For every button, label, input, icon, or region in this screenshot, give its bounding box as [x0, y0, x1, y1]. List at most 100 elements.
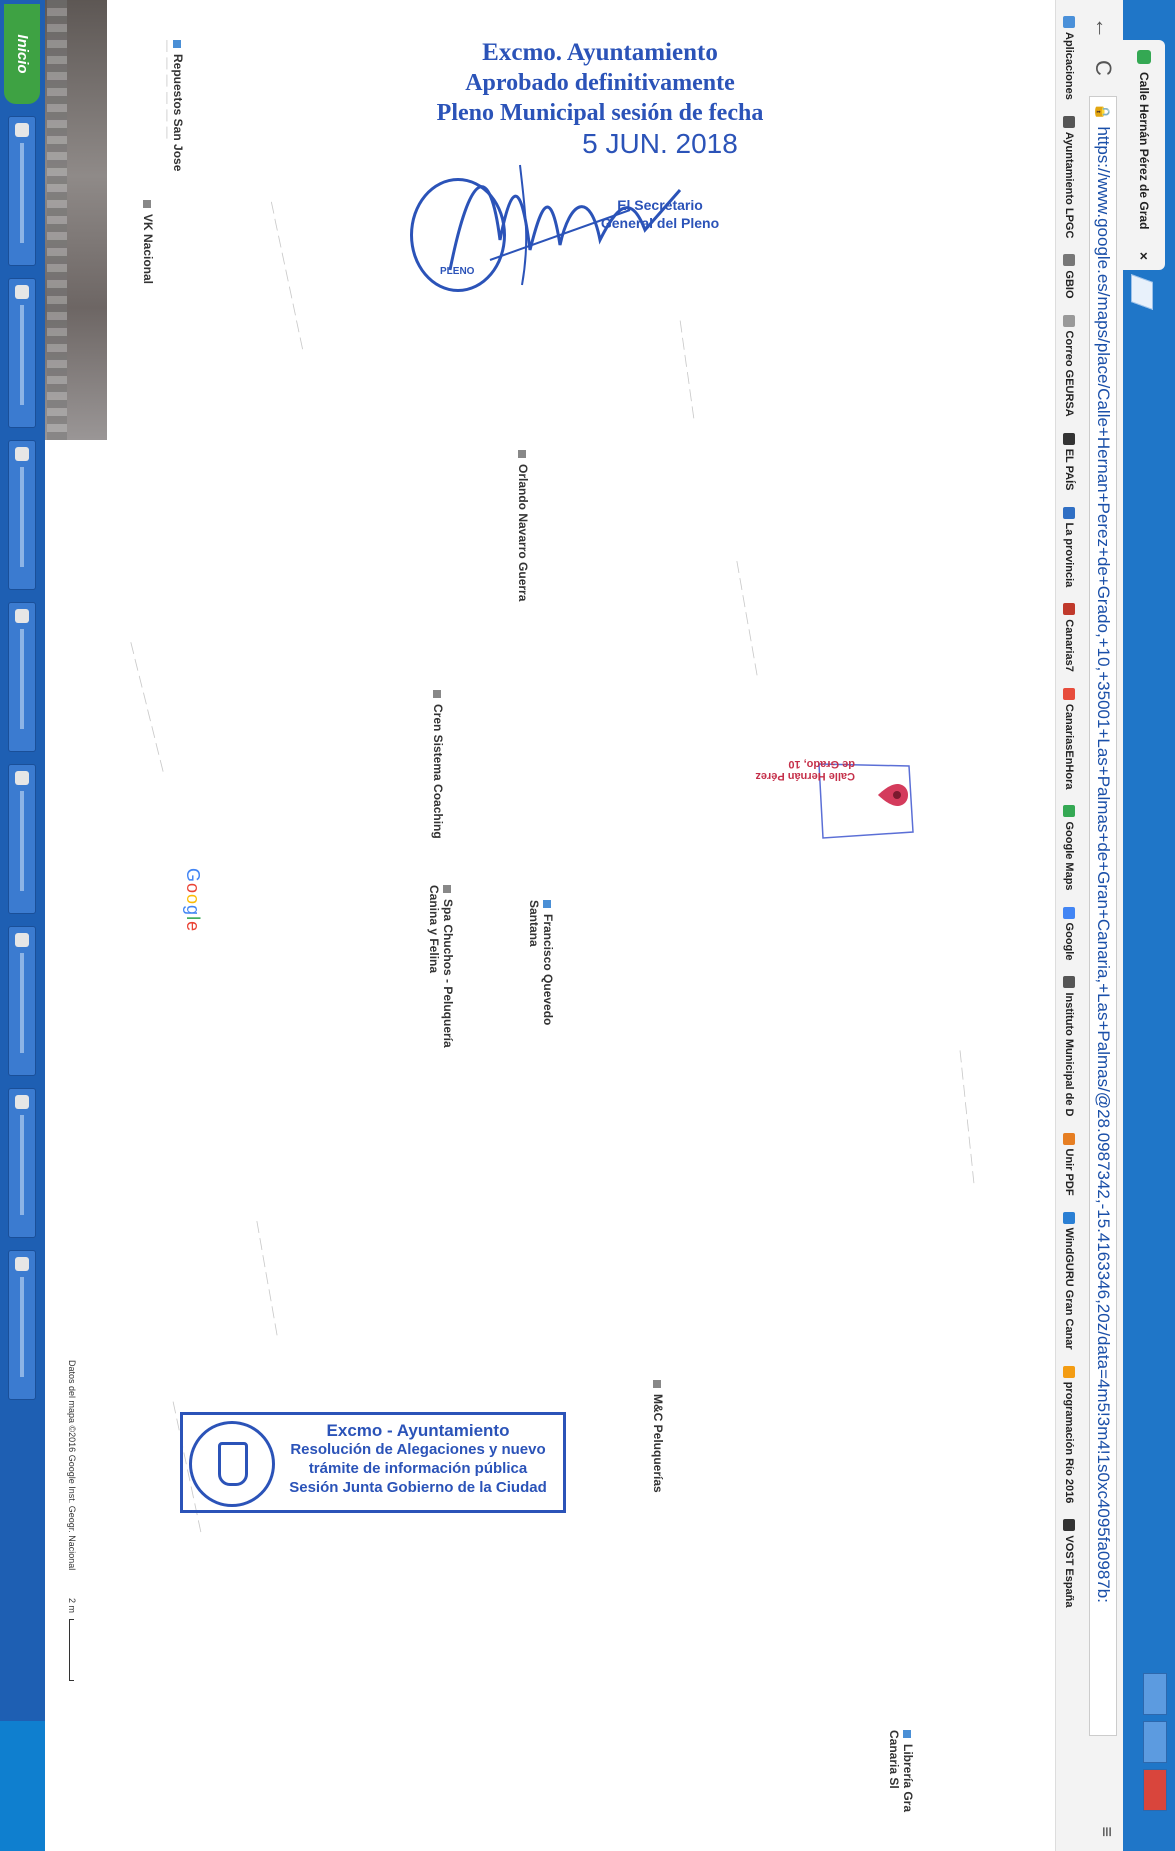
shop-marker-icon — [173, 40, 182, 48]
minimize-button[interactable] — [1143, 1673, 1167, 1715]
place-marker-icon — [433, 690, 442, 698]
map-scale: 2 m — [67, 1598, 77, 1682]
shop-marker-icon — [543, 900, 552, 908]
taskbar-item[interactable] — [8, 440, 37, 590]
street-label: — — — — — — — — — — [265, 200, 311, 352]
start-button[interactable]: Inicio — [4, 4, 41, 104]
taskbar-item[interactable] — [8, 926, 37, 1076]
google-logo: Google — [183, 868, 203, 933]
taskbar-item[interactable] — [8, 1088, 37, 1238]
bookmark-label: Unir PDF — [1063, 1148, 1076, 1196]
app-icon — [15, 609, 30, 623]
bookmark-item[interactable]: EL PAÍS — [1063, 432, 1076, 491]
place-label[interactable]: Repuestos San Jose — [171, 40, 185, 171]
close-tab-icon[interactable]: × — [1136, 252, 1152, 260]
reload-button[interactable]: C — [1090, 56, 1116, 80]
bookmark-item[interactable]: CanariasEnHora — [1063, 687, 1076, 790]
stamp-line: Aprobado definitivamente — [465, 70, 735, 96]
lp-icon — [1063, 506, 1076, 519]
street-label: — — — — — — — — [250, 1219, 286, 1338]
lock-icon: 🔒 — [1095, 103, 1112, 121]
maximize-button[interactable] — [1143, 1721, 1167, 1763]
bookmark-label: Ayuntamiento LPGC — [1063, 131, 1076, 239]
street-label: — — — — — — — — — [954, 1049, 982, 1185]
c7-icon — [1063, 603, 1076, 616]
map-attribution: Datos del mapa ©2016 Google Inst. Geogr.… — [67, 1360, 77, 1571]
signature-icon — [448, 164, 682, 286]
place-label[interactable]: Librería Gra Canaria Sl — [887, 1730, 915, 1820]
scanned-page: Calle Hernán Pérez de Grad × ← C 🔒 https… — [0, 0, 1175, 1851]
bookmark-item[interactable]: GBIO — [1063, 254, 1076, 299]
location-pin-icon[interactable] — [878, 784, 908, 806]
app-icon — [15, 447, 30, 461]
app-icon — [15, 933, 30, 947]
bookmark-label: WindGURU Gran Canar — [1063, 1227, 1076, 1350]
bookmark-label: programación Río 2016 — [1063, 1381, 1076, 1504]
bookmark-item[interactable]: Google — [1063, 906, 1076, 961]
bookmark-item[interactable]: WindGURU Gran Canar — [1063, 1211, 1076, 1350]
new-tab-button[interactable] — [1131, 273, 1153, 311]
bookmark-item[interactable]: Aplicaciones — [1063, 16, 1076, 100]
street-label: — — — — — — — — [730, 559, 766, 678]
place-label[interactable]: VK Nacional — [141, 200, 155, 284]
bookmark-label: GBIO — [1063, 270, 1076, 299]
bookmark-item[interactable]: VOST España — [1063, 1519, 1076, 1608]
place-label[interactable]: Orlando Navarro Guerra — [516, 450, 530, 601]
stamp-line: Sesión Junta Gobierno de la Ciudad — [289, 1479, 547, 1496]
place-marker-icon — [143, 200, 152, 208]
institute-icon — [1063, 976, 1076, 989]
bookmark-item[interactable]: Correo GEURSA — [1063, 314, 1076, 417]
place-marker-icon — [653, 1380, 662, 1388]
bookmark-item[interactable]: Canarias7 — [1063, 603, 1076, 672]
place-marker-icon — [518, 450, 527, 458]
tab-strip: Calle Hernán Pérez de Grad × — [1123, 0, 1175, 1851]
bookmark-item[interactable]: La provincia — [1063, 506, 1076, 587]
app-icon — [15, 1095, 30, 1109]
newspaper-icon — [1063, 432, 1076, 445]
place-marker-icon — [443, 885, 452, 893]
back-button[interactable]: ← — [1090, 16, 1116, 40]
bookmark-label: CanariasEnHora — [1063, 703, 1076, 790]
taskbar-item[interactable] — [8, 116, 37, 266]
tab-maps[interactable]: Calle Hernán Pérez de Grad × — [1123, 40, 1165, 270]
app-icon — [15, 285, 30, 299]
window-controls — [1143, 1673, 1167, 1811]
place-label[interactable]: Francisco Quevedo Santana — [527, 900, 555, 1030]
google-icon — [1063, 906, 1076, 919]
bookmark-label: VOST España — [1063, 1535, 1076, 1608]
bookmark-item[interactable]: Unir PDF — [1063, 1132, 1076, 1196]
selected-pin-label[interactable]: Calle Hernán Pérez de Grado, 10 — [745, 758, 855, 782]
taskbar-item[interactable] — [8, 764, 37, 914]
bookmark-item[interactable]: Instituto Municipal de D — [1063, 976, 1076, 1117]
clock-icon — [1063, 687, 1076, 700]
bookmark-item[interactable]: programación Río 2016 — [1063, 1365, 1076, 1504]
place-label[interactable]: M&C Peluquerías — [651, 1380, 665, 1493]
taskbar: Inicio — [0, 0, 45, 1851]
coat-of-arms-seal-icon — [189, 1421, 275, 1507]
bookmark-item[interactable]: Ayuntamiento LPGC — [1063, 115, 1076, 239]
tab-title: Calle Hernán Pérez de Grad — [1137, 72, 1151, 230]
bookmark-label: Instituto Municipal de D — [1063, 992, 1076, 1117]
taskbar-item[interactable] — [8, 602, 37, 752]
page-icon — [1063, 314, 1076, 327]
bookmark-label: Google — [1063, 922, 1076, 961]
stamp-line: Excmo - Ayuntamiento — [326, 1421, 510, 1440]
pdf-icon — [1063, 1132, 1076, 1145]
stamp-line: Pleno Municipal sesión de fecha — [436, 100, 764, 126]
taskbar-item[interactable] — [8, 278, 37, 428]
bookmark-label: Aplicaciones — [1063, 32, 1076, 100]
address-bar[interactable]: 🔒 https://www.google.es/maps/place/Calle… — [1089, 96, 1117, 1736]
place-label[interactable]: Spa Chuchos - Peluquería Canina y Felina — [427, 885, 455, 1085]
app-icon — [15, 1257, 30, 1271]
maps-favicon-icon — [1137, 50, 1151, 64]
bookmark-label: Canarias7 — [1063, 619, 1076, 672]
app-icon — [15, 771, 30, 785]
globe-icon — [1063, 254, 1076, 267]
menu-icon[interactable]: ≡ — [1096, 1826, 1117, 1837]
system-tray[interactable] — [0, 1721, 45, 1851]
bookmark-item[interactable]: Google Maps — [1063, 805, 1076, 891]
taskbar-item[interactable] — [8, 1250, 37, 1400]
street-label: — — — — — — — [674, 319, 702, 421]
close-window-button[interactable] — [1143, 1769, 1167, 1811]
place-label[interactable]: Cren Sistema Coaching — [431, 690, 445, 839]
